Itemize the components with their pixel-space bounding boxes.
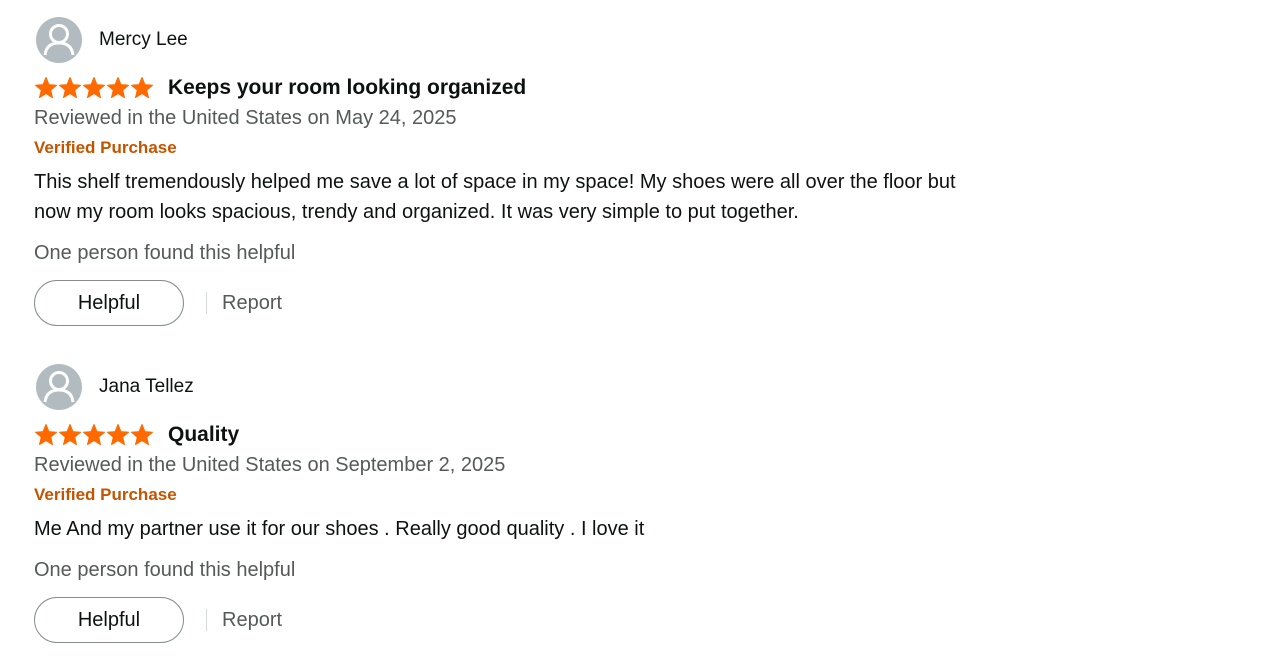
report-link[interactable]: Report (222, 292, 282, 315)
divider (206, 609, 207, 631)
report-link[interactable]: Report (222, 609, 282, 632)
star-icon (131, 424, 153, 446)
helpful-count: One person found this helpful (34, 559, 296, 581)
star-icon (107, 77, 129, 99)
star-icon (131, 77, 153, 99)
star-rating[interactable] (34, 423, 154, 447)
reviewer-name[interactable]: Jana Tellez (99, 376, 194, 398)
review-date: Reviewed in the United States on Septemb… (34, 454, 506, 476)
reviewer-profile[interactable]: Jana Tellez (34, 364, 1034, 410)
review-body: Me And my partner use it for our shoes .… (34, 514, 1034, 544)
divider (206, 292, 207, 314)
helpful-count: One person found this helpful (34, 242, 296, 264)
avatar-icon (36, 17, 82, 63)
verified-purchase-badge[interactable]: Verified Purchase (34, 133, 1034, 163)
review-body: This shelf tremendously helped me save a… (34, 167, 1034, 227)
reviewer-profile[interactable]: Mercy Lee (34, 17, 1034, 63)
review-body-line: This shelf tremendously helped me save a… (34, 171, 956, 193)
avatar-icon (36, 364, 82, 410)
helpful-button[interactable]: Helpful (34, 280, 184, 326)
review-title[interactable]: Quality (168, 423, 239, 447)
review-body-line: Me And my partner use it for our shoes .… (34, 518, 645, 540)
review: Mercy Lee Keeps your room looking organi… (34, 17, 1034, 326)
review-title[interactable]: Keeps your room looking organized (168, 76, 526, 100)
star-icon (35, 424, 57, 446)
star-icon (35, 77, 57, 99)
review-body-line: now my room looks spacious, trendy and o… (34, 201, 799, 223)
star-icon (83, 424, 105, 446)
review: Jana Tellez Quality Reviewed in the Unit… (34, 364, 1034, 643)
star-icon (59, 424, 81, 446)
star-icon (83, 77, 105, 99)
helpful-button[interactable]: Helpful (34, 597, 184, 643)
star-rating[interactable] (34, 76, 154, 100)
star-icon (107, 424, 129, 446)
star-icon (59, 77, 81, 99)
verified-purchase-badge[interactable]: Verified Purchase (34, 480, 1034, 510)
review-date: Reviewed in the United States on May 24,… (34, 107, 457, 129)
reviewer-name[interactable]: Mercy Lee (99, 29, 188, 51)
